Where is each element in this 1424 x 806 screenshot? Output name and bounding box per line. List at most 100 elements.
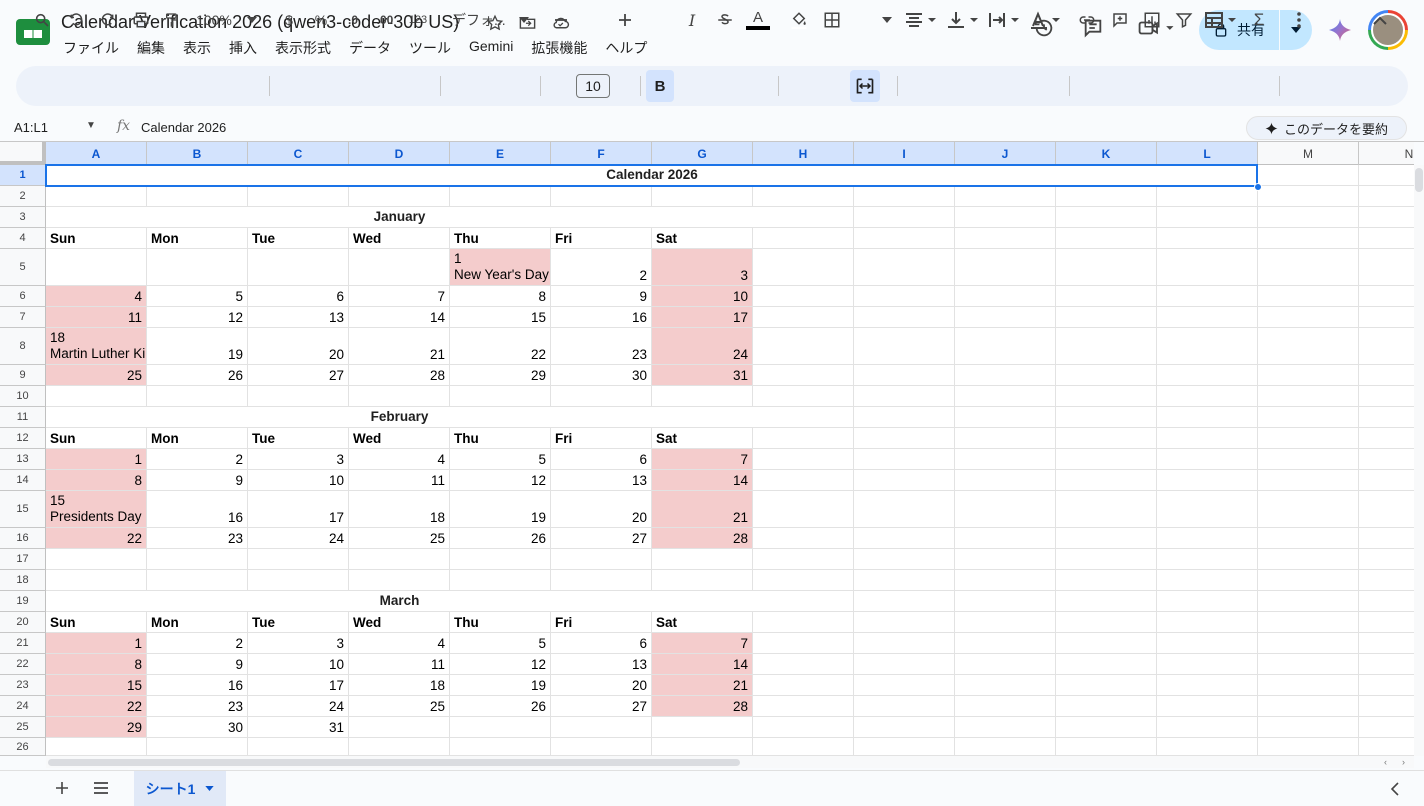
grid-cell[interactable] [955,470,1056,491]
day-header-thu[interactable]: Thu [450,228,551,249]
name-box-caret-icon[interactable]: ▼ [86,120,96,131]
date-cell[interactable]: 8 [46,470,147,491]
day-header-sat[interactable]: Sat [652,612,753,633]
grid-cell[interactable] [955,612,1056,633]
grid-cell[interactable] [248,570,349,591]
row-header-20[interactable]: 20 [0,612,46,633]
grid-cell[interactable] [854,328,955,365]
empty-date-cell[interactable] [147,249,248,286]
date-cell[interactable]: 9 [147,470,248,491]
grid-cell[interactable] [753,186,854,207]
grid-cell[interactable] [1359,675,1414,696]
insert-link-icon[interactable] [1077,8,1097,32]
day-header-sat[interactable]: Sat [652,428,753,449]
date-cell[interactable]: 20 [248,328,349,365]
grid-cell[interactable] [854,386,955,407]
grid-cell[interactable] [854,738,955,756]
date-cell[interactable]: 3 [248,449,349,470]
grid-cell[interactable] [1258,328,1359,365]
grid-cell[interactable] [1157,633,1258,654]
search-menus-icon[interactable] [33,8,51,32]
empty-date-cell[interactable] [46,249,147,286]
month-title-february[interactable]: February [46,407,753,428]
grid-cell[interactable] [1359,307,1414,328]
grid-cell[interactable] [753,207,854,228]
grid-cell[interactable] [955,228,1056,249]
date-cell[interactable]: 17 [248,675,349,696]
grid-cell[interactable] [1056,386,1157,407]
date-cell[interactable]: 16 [147,491,248,528]
grid-cell[interactable] [1157,386,1258,407]
grid-cell[interactable] [854,528,955,549]
grid-cell[interactable] [1056,549,1157,570]
grid-cell[interactable] [753,407,854,428]
grid-cell[interactable] [854,249,955,286]
column-header-c[interactable]: C [248,142,349,165]
grid-cell[interactable] [1056,654,1157,675]
grid-cell[interactable] [1258,738,1359,756]
grid-cell[interactable] [955,528,1056,549]
row-header-14[interactable]: 14 [0,470,46,491]
grid-cell[interactable] [1359,228,1414,249]
date-cell[interactable]: 28 [652,528,753,549]
date-cell[interactable]: 19 [147,328,248,365]
grid-cell[interactable] [955,675,1056,696]
grid-cell[interactable] [1359,491,1414,528]
grid-cell[interactable] [1258,470,1359,491]
date-cell[interactable]: 11 [46,307,147,328]
grid-cell[interactable] [955,249,1056,286]
grid-cell[interactable] [1359,612,1414,633]
grid-cell[interactable] [551,570,652,591]
column-header-b[interactable]: B [147,142,248,165]
grid-cell[interactable] [753,228,854,249]
grid-cell[interactable] [248,386,349,407]
month-title-january[interactable]: January [46,207,753,228]
sheet-tab[interactable]: シート1 [134,771,226,806]
all-sheets-icon[interactable] [93,781,111,795]
column-header-d[interactable]: D [349,142,450,165]
strikethrough-button[interactable] [714,8,736,32]
day-header-sun[interactable]: Sun [46,612,147,633]
grid-cell[interactable] [1359,633,1414,654]
merge-cells-button[interactable] [850,70,880,102]
grid-cell[interactable] [955,186,1056,207]
grid-cell[interactable] [1157,675,1258,696]
grid-cell[interactable] [753,549,854,570]
grid-cell[interactable] [551,386,652,407]
grid-cell[interactable] [1359,549,1414,570]
grid-cell[interactable] [854,286,955,307]
date-cell[interactable]: 14 [652,470,753,491]
date-cell[interactable]: 27 [248,365,349,386]
grid-cell[interactable] [1056,207,1157,228]
date-cell[interactable]: 13 [551,654,652,675]
date-cell[interactable]: 12 [450,470,551,491]
grid-cell[interactable] [46,738,147,756]
grid-cell[interactable] [1359,654,1414,675]
empty-date-cell[interactable] [349,249,450,286]
column-header-m[interactable]: M [1258,142,1359,165]
row-header-7[interactable]: 7 [0,307,46,328]
date-cell[interactable]: 18 [349,675,450,696]
grid-cell[interactable] [1359,328,1414,365]
grid-cell[interactable] [955,428,1056,449]
grid-cell[interactable] [248,549,349,570]
date-cell[interactable]: 20 [551,491,652,528]
date-cell[interactable]: 11 [349,654,450,675]
grid-cell[interactable] [955,696,1056,717]
date-cell[interactable]: 23 [147,528,248,549]
day-header-tue[interactable]: Tue [248,428,349,449]
grid-cell[interactable] [1157,549,1258,570]
row-header-19[interactable]: 19 [0,591,46,612]
date-cell[interactable]: 29 [46,717,147,738]
day-header-sun[interactable]: Sun [46,228,147,249]
menu-file[interactable]: ファイル [63,38,119,58]
grid-cell[interactable] [1157,717,1258,738]
grid-cell[interactable] [1157,570,1258,591]
menu-data[interactable]: データ [349,38,391,58]
grid-cell[interactable] [1359,738,1414,756]
grid-cell[interactable] [46,386,147,407]
grid-cell[interactable] [753,591,854,612]
grid-cell[interactable] [753,633,854,654]
row-header-15[interactable]: 15 [0,491,46,528]
grid-cell[interactable] [854,428,955,449]
